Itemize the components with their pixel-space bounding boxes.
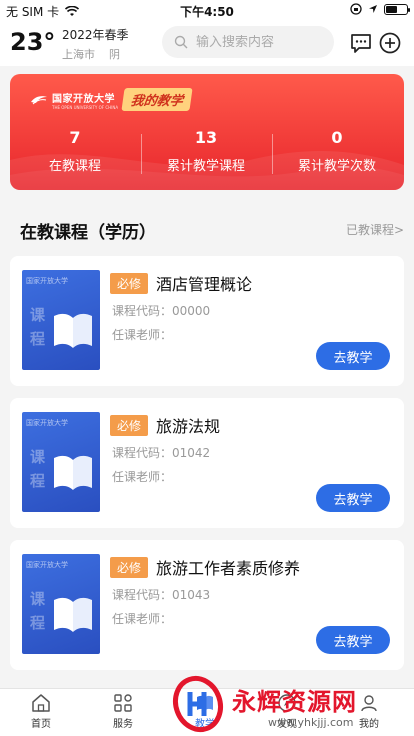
tab-label: 发现 [277, 719, 297, 730]
section-title: 在教课程（学历） [20, 223, 156, 243]
course-teacher: 任课老师： [112, 328, 173, 342]
person-icon [361, 695, 377, 712]
season-label: 2022年春季 [62, 28, 129, 42]
status-right [350, 3, 410, 15]
course-name: 旅游工作者素质修养 [156, 559, 301, 578]
cover-char: 程 [30, 472, 46, 490]
tab-label: 教学 [195, 719, 215, 730]
course-card[interactable]: 国家开放大学 课 程 必修 旅游工作者素质修养 课程代码：01043 任课老师：… [10, 540, 404, 670]
tab-label: 我的 [359, 719, 379, 730]
plus-circle-icon [379, 32, 401, 54]
stat-label: 累计教学次数 [297, 159, 376, 174]
cover-char: 程 [30, 330, 46, 348]
my-teaching-badge: 我的教学 [121, 88, 193, 111]
tab-home[interactable]: 首页 [0, 693, 82, 730]
open-book-icon [54, 597, 92, 632]
status-bar: 无 SIM 卡 下午4:50 [0, 0, 414, 22]
required-tag: 必修 [110, 415, 149, 436]
course-teacher: 任课老师： [112, 612, 173, 626]
go-teach-button[interactable]: 去教学 [316, 484, 390, 512]
required-tag: 必修 [110, 273, 149, 294]
go-teach-button[interactable]: 去教学 [316, 342, 390, 370]
stat-label: 在教课程 [48, 159, 101, 174]
battery-fill [386, 5, 397, 13]
course-name: 酒店管理概论 [156, 275, 253, 294]
teaching-stats-banner: 国家开放大学 THE OPEN UNIVERSITY OF CHINA 我的教学… [10, 74, 404, 190]
university-logo: 国家开放大学 THE OPEN UNIVERSITY OF CHINA [30, 90, 118, 110]
course-code: 课程代码：00000 [112, 304, 211, 318]
cover-title: 国家开放大学 [26, 419, 68, 427]
stat-total-courses[interactable]: 13 累计教学课程 [141, 128, 271, 174]
logo-text: 国家开放大学 [52, 94, 115, 105]
tab-label: 服务 [113, 719, 133, 730]
cover-char: 程 [30, 614, 46, 632]
stat-label: 累计教学课程 [166, 159, 245, 174]
search-icon [174, 35, 188, 49]
location-icon [369, 5, 377, 13]
grid-icon [114, 694, 132, 712]
book-icon [197, 695, 213, 711]
course-card[interactable]: 国家开放大学 课 程 必修 旅游法规 课程代码：01042 任课老师： 去教学 [10, 398, 404, 528]
tab-services[interactable]: 服务 [82, 693, 164, 730]
temperature: 23° [10, 28, 56, 56]
cover-char: 课 [30, 306, 46, 324]
battery-icon [384, 3, 410, 15]
stat-value: 0 [331, 128, 343, 147]
cover-title: 国家开放大学 [26, 277, 68, 285]
top-header: 23° 2022年春季 上海市 阴 [0, 22, 414, 66]
open-book-icon [54, 313, 92, 348]
message-icon [351, 33, 371, 53]
stat-value: 7 [69, 128, 81, 147]
course-teacher: 任课老师： [112, 470, 173, 484]
university-emblem-icon [31, 96, 47, 105]
go-teach-button[interactable]: 去教学 [316, 626, 390, 654]
search-box[interactable] [162, 26, 334, 58]
cover-char: 课 [30, 448, 46, 466]
course-card[interactable]: 国家开放大学 课 程 必修 酒店管理概论 课程代码：00000 任课老师： 去教… [10, 256, 404, 386]
lock-rotation-icon [350, 3, 362, 15]
required-tag: 必修 [110, 557, 149, 578]
home-icon [32, 694, 50, 712]
course-name: 旅游法规 [156, 417, 221, 436]
course-cover: 国家开放大学 课 程 [22, 270, 100, 370]
weather-label: 阴 [109, 48, 120, 61]
course-cover: 国家开放大学 课 程 [22, 554, 100, 654]
stat-value: 13 [194, 128, 218, 147]
course-code: 课程代码：01043 [112, 588, 211, 602]
taught-courses-link[interactable]: 已教课程> [346, 221, 404, 238]
cover-title: 国家开放大学 [26, 561, 68, 569]
search-input[interactable] [196, 34, 326, 50]
course-code: 课程代码：01042 [112, 446, 211, 460]
add-button[interactable] [378, 31, 402, 55]
bottom-tab-bar: 首页 服务 教学 发现 我的 [0, 688, 414, 736]
tab-discover[interactable]: 发现 [246, 693, 328, 730]
compass-icon [278, 694, 296, 712]
logo-subtext: THE OPEN UNIVERSITY OF CHINA [52, 105, 119, 110]
open-book-icon [54, 455, 92, 490]
stat-active-courses[interactable]: 7 在教课程 [10, 128, 140, 174]
tab-teaching[interactable]: 教学 [164, 693, 246, 730]
tab-mine[interactable]: 我的 [328, 693, 410, 730]
message-button[interactable] [349, 31, 373, 55]
course-cover: 国家开放大学 课 程 [22, 412, 100, 512]
city-label: 上海市 [62, 48, 95, 61]
cover-char: 课 [30, 590, 46, 608]
tab-label: 首页 [31, 719, 51, 730]
location-weather: 上海市 阴 [62, 46, 120, 62]
stat-total-sessions[interactable]: 0 累计教学次数 [272, 128, 402, 174]
